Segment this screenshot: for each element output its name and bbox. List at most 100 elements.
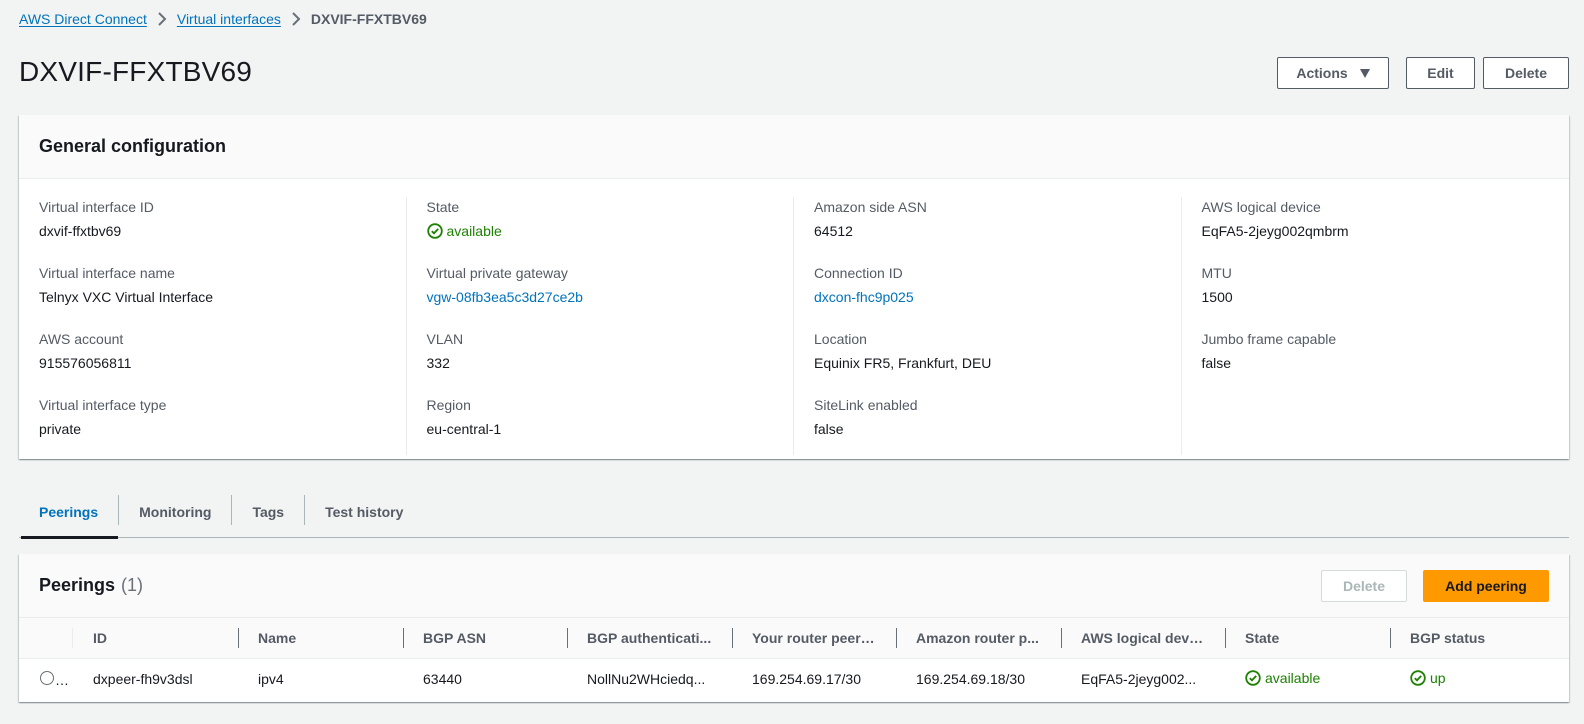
kv-label: State [426, 199, 460, 215]
kv-virtual-interface-id: Virtual interface ID dxvif-ffxtbv69 [39, 197, 386, 263]
table-header-row: ID Name BGP ASN BGP authenticati... Your… [19, 618, 1569, 658]
kv-label: Amazon side ASN [814, 199, 927, 215]
kv-value: dxvif-ffxtbv69 [39, 223, 122, 239]
kv-value: false [1201, 355, 1232, 371]
kv-virtual-interface-type: Virtual interface type private [39, 395, 386, 461]
column-divider[interactable] [403, 628, 404, 648]
edit-button[interactable]: Edit [1406, 57, 1475, 89]
connection-id-link[interactable]: dxcon-fhc9p025 [814, 287, 1161, 307]
kv-value: false [814, 421, 844, 437]
kv-virtual-private-gateway: Virtual private gateway vgw-08fb3ea5c3d2… [427, 263, 774, 329]
column-divider[interactable] [1390, 628, 1391, 648]
kv-value: 332 [426, 355, 450, 371]
kv-label: Connection ID [814, 265, 903, 281]
column-divider[interactable] [238, 628, 239, 648]
kv-label: AWS logical device [1201, 199, 1321, 215]
column-header-bgp-status[interactable]: BGP status [1390, 618, 1569, 658]
column-divider[interactable] [896, 628, 897, 648]
delete-peering-button[interactable]: Delete [1321, 569, 1407, 602]
check-circle-icon [1410, 670, 1426, 686]
cell-bgp-status: up [1390, 658, 1569, 700]
kv-label: MTU [1201, 265, 1232, 281]
kv-state: State available [427, 197, 774, 263]
column-header-state[interactable]: State [1225, 618, 1390, 658]
cell-amazon-router-ip: 169.254.69.18/30 [916, 671, 1025, 688]
bgp-status-text: up [1430, 669, 1446, 686]
column-header-amazon-router-ip[interactable]: Amazon router p... [896, 618, 1061, 658]
tab-peerings[interactable]: Peerings [19, 486, 119, 539]
column-divider[interactable] [732, 628, 733, 648]
row-select-cell [19, 658, 73, 700]
peerings-header: Peerings (1) Delete Add peering [19, 554, 1569, 618]
state-text: available [446, 223, 502, 239]
caret-down-icon [1359, 68, 1370, 78]
cell-bgp-auth: NollNu2WHciedq... [587, 671, 706, 688]
add-peering-button[interactable]: Add peering [1423, 569, 1549, 602]
tab-tags[interactable]: Tags [232, 486, 304, 538]
cell-state: available [1225, 658, 1390, 700]
breadcrumb: AWS Direct Connect Virtual interfaces DX… [19, 10, 427, 28]
column-divider[interactable] [567, 628, 568, 648]
kv-value: eu-central-1 [426, 421, 502, 437]
status-available: available [426, 221, 502, 241]
actions-dropdown-button[interactable]: Actions [1277, 57, 1389, 89]
kv-sitelink-enabled: SiteLink enabled false [814, 395, 1161, 461]
kv-region: Region eu-central-1 [427, 395, 774, 461]
cell-your-router-ip: 169.254.69.17/30 [752, 671, 861, 688]
breadcrumb-current: DXVIF-FFXTBV69 [310, 11, 427, 27]
chevron-right-icon [291, 12, 301, 26]
kv-value: EqFA5-2jeyg002qmbrm [1201, 223, 1349, 239]
check-circle-icon [1245, 670, 1261, 686]
delete-button[interactable]: Delete [1483, 57, 1569, 89]
column-header-id[interactable]: ID [73, 618, 238, 658]
kv-label: Virtual interface ID [39, 199, 154, 215]
state-text: available [1265, 669, 1321, 686]
cell-bgp-asn: 63440 [423, 671, 462, 688]
kv-label: VLAN [426, 331, 464, 347]
detail-tabs: Peerings Monitoring Tags Test history [19, 486, 1569, 539]
kv-value: 915576056811 [39, 355, 132, 371]
kv-value: private [39, 421, 82, 437]
column-header-aws-logical-device[interactable]: AWS logical device [1061, 618, 1225, 658]
column-header-bgp-auth[interactable]: BGP authenticati... [567, 618, 732, 658]
general-configuration-title: General configuration [39, 136, 227, 156]
status-up: up [1410, 670, 1446, 686]
table-row[interactable]: dxpeer-fh9v3dsl ipv4 63440 NollNu2WHcied… [19, 658, 1569, 700]
kv-aws-account: AWS account 915576056811 [39, 329, 386, 395]
kv-connection-id: Connection ID dxcon-fhc9p025 [814, 263, 1161, 329]
kv-location: Location Equinix FR5, Frankfurt, DEU [814, 329, 1161, 395]
cell-aws-logical-device: EqFA5-2jeyg002... [1081, 671, 1197, 688]
general-configuration-header: General configuration [19, 115, 1569, 179]
check-circle-icon [426, 223, 443, 239]
kv-jumbo-frame-capable: Jumbo frame capable false [1202, 329, 1550, 395]
column-header-bgp-asn[interactable]: BGP ASN [403, 618, 567, 658]
select-column-header [19, 618, 73, 658]
kv-value: Equinix FR5, Frankfurt, DEU [814, 355, 992, 371]
cell-name: ipv4 [258, 671, 284, 688]
column-header-your-router-ip[interactable]: Your router peer IP [732, 618, 896, 658]
config-column-4: AWS logical device EqFA5-2jeyg002qmbrm M… [1182, 197, 1570, 455]
virtual-private-gateway-link[interactable]: vgw-08fb3ea5c3d27ce2b [427, 287, 774, 307]
config-column-3: Amazon side ASN 64512 Connection ID dxco… [794, 197, 1182, 455]
kv-aws-logical-device: AWS logical device EqFA5-2jeyg002qmbrm [1202, 197, 1550, 263]
tab-test-history[interactable]: Test history [305, 486, 423, 538]
peerings-title-text: Peerings [39, 575, 116, 595]
config-column-1: Virtual interface ID dxvif-ffxtbv69 Virt… [19, 197, 407, 455]
kv-label: Region [426, 397, 471, 413]
column-divider[interactable] [1225, 628, 1226, 648]
kv-value: Telnyx VXC Virtual Interface [39, 289, 214, 305]
cell-id: dxpeer-fh9v3dsl [93, 671, 193, 688]
peerings-table: ID Name BGP ASN BGP authenticati... Your… [19, 618, 1569, 700]
column-divider[interactable] [1061, 628, 1062, 648]
column-header-name[interactable]: Name [238, 618, 403, 658]
breadcrumb-link-direct-connect[interactable]: AWS Direct Connect [19, 11, 147, 27]
status-available: available [1245, 670, 1320, 686]
kv-mtu: MTU 1500 [1202, 263, 1550, 329]
kv-label: Virtual private gateway [426, 265, 568, 281]
tab-monitoring[interactable]: Monitoring [119, 486, 231, 538]
peerings-actions: Delete Add peering [1321, 569, 1549, 602]
row-radio-button[interactable] [40, 670, 54, 685]
breadcrumb-link-virtual-interfaces[interactable]: Virtual interfaces [177, 11, 281, 27]
kv-amazon-side-asn: Amazon side ASN 64512 [814, 197, 1161, 263]
kv-value: available [426, 221, 774, 241]
